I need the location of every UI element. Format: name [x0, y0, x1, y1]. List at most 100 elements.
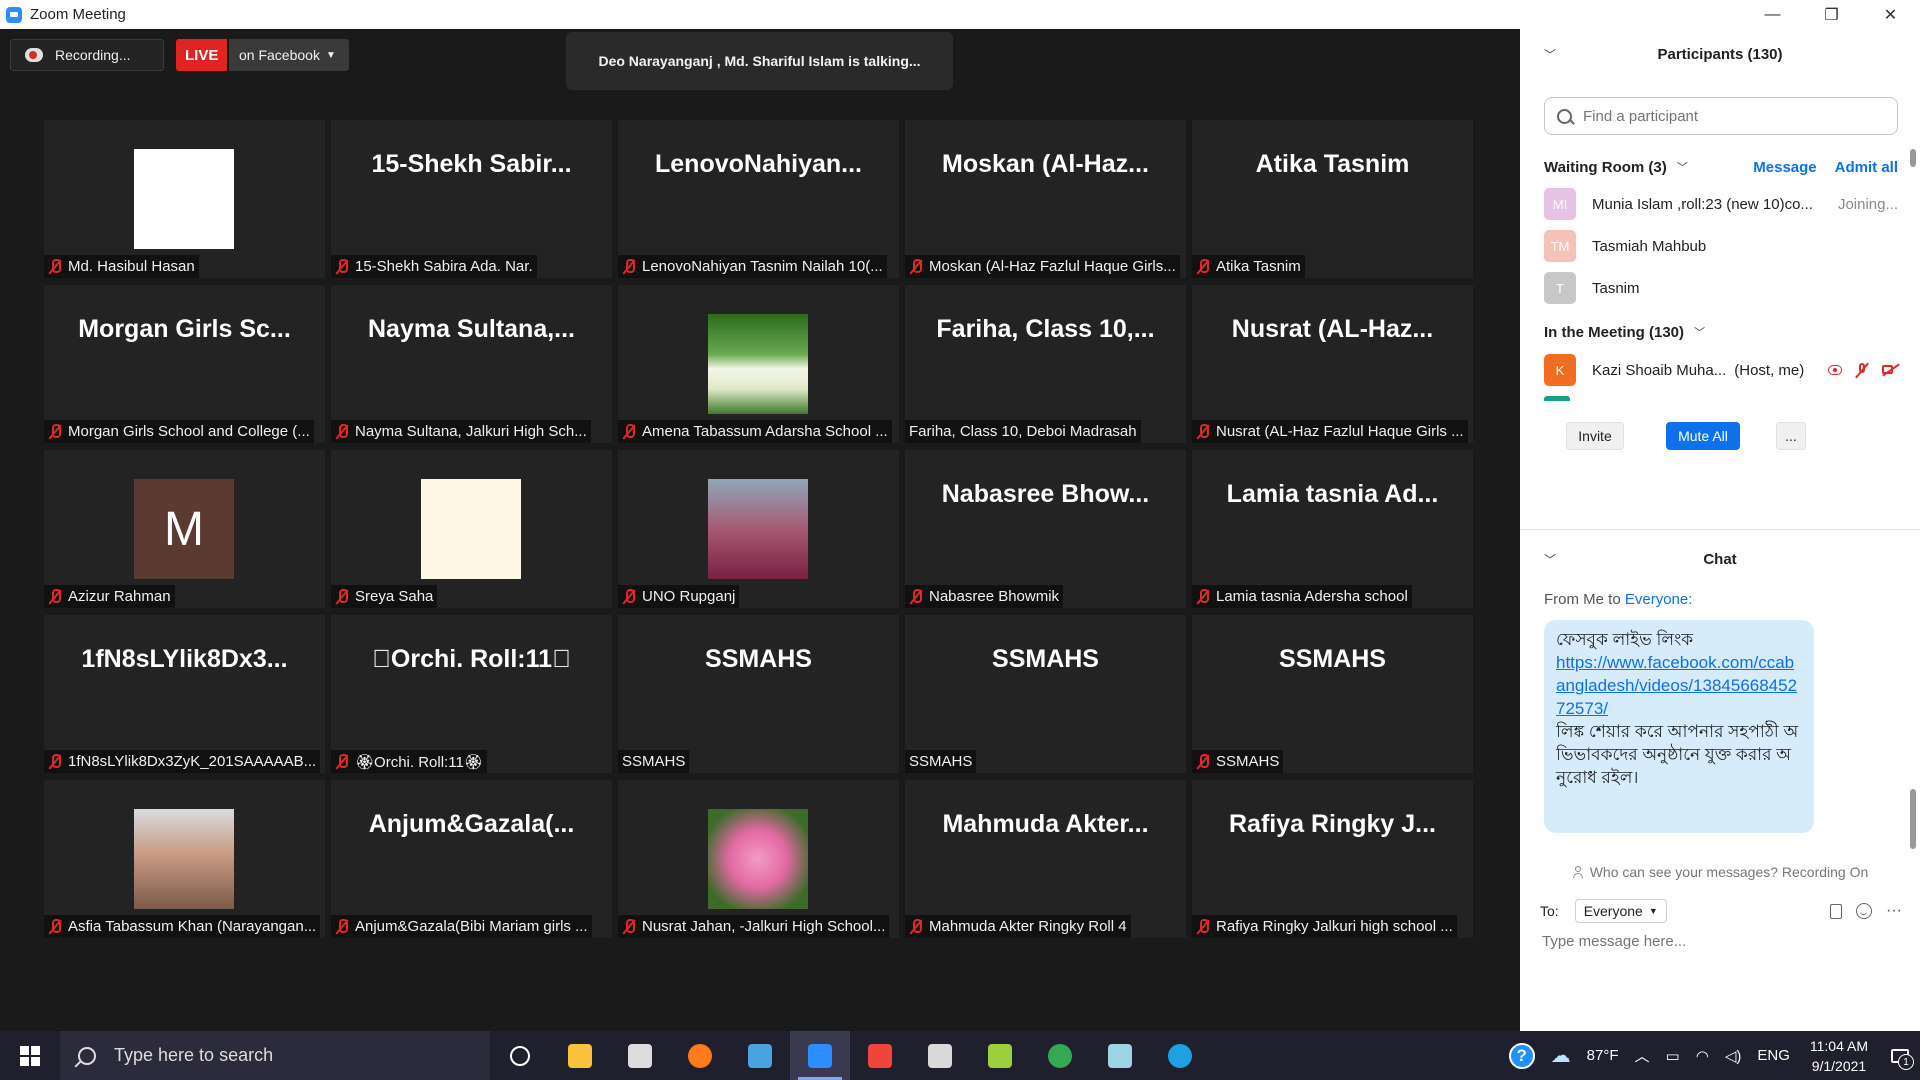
tray-chevron-icon[interactable]: ︿ — [1635, 1045, 1650, 1066]
weather-temp[interactable]: 87°F — [1587, 1047, 1619, 1064]
participant-video-tile[interactable]: Nayma Sultana,... Nayma Sultana, Jalkuri … — [331, 285, 612, 443]
emoji-icon[interactable] — [1856, 903, 1873, 919]
volume-icon[interactable]: ◁) — [1725, 1047, 1742, 1065]
collapse-chat-icon[interactable]: ﹀ — [1544, 551, 1556, 568]
participant-video-tile[interactable]: Nabasree Bhow... Nabasree Bhowmik — [905, 450, 1186, 608]
waiting-participant-row[interactable]: MI Munia Islam ,roll:23 (new 10)co... Join… — [1544, 187, 1898, 221]
more-icon[interactable]: ··· — [1886, 902, 1902, 920]
participant-video-tile[interactable]: Moskan (Al-Haz... Moskan (Al-Haz Fazlul H… — [905, 120, 1186, 278]
close-button[interactable]: ✕ — [1861, 0, 1920, 29]
search-icon — [78, 1046, 96, 1065]
participant-video-tile[interactable]: Sreya Saha — [331, 450, 612, 608]
host-participant-row[interactable]: K Kazi Shoaib Muha... (Host, me) — [1544, 353, 1898, 387]
participant-video-tile[interactable]: LenovoNahiyan... LenovoNahiyan Tasnim Nai… — [618, 120, 899, 278]
participant-search-input[interactable] — [1581, 106, 1875, 126]
chevron-down-icon[interactable]: ﹀ — [1677, 159, 1688, 175]
waiting-participant-name: Munia Islam ,roll:23 (new 10)co... — [1592, 195, 1813, 213]
taskbar-app-cortana[interactable] — [490, 1031, 550, 1080]
participants-scrollbar[interactable] — [1910, 149, 1916, 389]
participant-name-tag: Sreya Saha — [331, 585, 438, 608]
participant-video-tile[interactable]: Mahmuda Akter... Mahmuda Akter Ringky Rol… — [905, 780, 1186, 938]
mic-muted-icon[interactable] — [1854, 363, 1870, 377]
video-off-icon[interactable] — [1882, 363, 1898, 377]
participant-video-tile[interactable]: Amena Tabassum Adarsha School ... — [618, 285, 899, 443]
participant-video-tile[interactable]: Lamia tasnia Ad... Lamia tasnia Adersha s… — [1192, 450, 1473, 608]
participant-search-box[interactable] — [1544, 97, 1898, 135]
clock[interactable]: 11:04 AM 9/1/2021 — [1810, 1036, 1868, 1076]
help-icon[interactable]: ? — [1508, 1042, 1535, 1069]
taskbar-app-infinity[interactable] — [730, 1031, 790, 1080]
taskbar-app-store[interactable] — [610, 1031, 670, 1080]
chat-privacy-notice[interactable]: Who can see your messages? Recording On — [1520, 862, 1920, 882]
chat-header: ﹀ Chat — [1520, 544, 1920, 574]
participant-video-tile[interactable]: Rafiya Ringky J... Rafiya Ringky Jalkuri … — [1192, 780, 1473, 938]
in-meeting-row[interactable]: In the Meeting (130) ﹀ — [1544, 321, 1705, 343]
participant-video-tile[interactable]: Md. Hasibul Hasan — [44, 120, 325, 278]
participant-display-name: Lamia tasnia Ad... — [1226, 480, 1439, 508]
taskbar-app-edge[interactable] — [1150, 1031, 1210, 1080]
wifi-icon[interactable]: ◠ — [1696, 1047, 1709, 1065]
taskbar-app-paint[interactable] — [910, 1031, 970, 1080]
language-indicator[interactable]: ENG — [1757, 1047, 1790, 1064]
waiting-room-label[interactable]: Waiting Room (3) — [1544, 159, 1667, 176]
participant-video-tile[interactable]: SSMAHS SSMAHS — [1192, 615, 1473, 773]
host-status-icons — [1828, 363, 1898, 377]
taskbar-app-photo-app[interactable] — [970, 1031, 1030, 1080]
participant-video-tile[interactable]: SSMAHS SSMAHS — [618, 615, 899, 773]
recording-indicator[interactable]: Recording... — [10, 39, 164, 71]
mic-muted-icon — [909, 258, 923, 275]
participant-video-tile[interactable]: Morgan Girls Sc... Morgan Girls School an… — [44, 285, 325, 443]
restore-button[interactable]: ❐ — [1802, 0, 1861, 29]
participant-video-tile[interactable]: M Azizur Rahman — [44, 450, 325, 608]
participant-name: Rafiya Ringky Jalkuri high school ... — [1216, 918, 1453, 935]
admit-all-button[interactable]: Admit all — [1835, 159, 1898, 176]
mic-muted-icon — [1196, 753, 1210, 770]
start-button[interactable] — [0, 1031, 60, 1080]
participant-video-tile[interactable]: SSMAHS SSMAHS — [905, 615, 1186, 773]
taskbar-search[interactable]: Type here to search — [60, 1031, 490, 1080]
chat-message-link[interactable]: https://www.facebook.com/ccabangladesh/v… — [1556, 651, 1802, 720]
taskbar-app-zoom[interactable] — [790, 1031, 850, 1080]
notification-center-button[interactable]: 1 — [1880, 1031, 1920, 1080]
minimize-button[interactable]: — — [1743, 0, 1802, 29]
participant-display-name: 15-Shekh Sabir... — [371, 150, 572, 178]
participant-video-tile[interactable]: Anjum&Gazala(... Anjum&Gazala(Bibi Mariam… — [331, 780, 612, 938]
participant-video-tile[interactable]: 15-Shekh Sabir... 15-Shekh Sabira Ada. Na… — [331, 120, 612, 278]
participant-name: Asfia Tabassum Khan (Narayangan... — [68, 918, 317, 935]
participant-profile-picture — [421, 479, 521, 579]
participant-name-tag: SSMAHS — [1192, 750, 1284, 773]
taskbar-app-firefox[interactable] — [670, 1031, 730, 1080]
participant-video-tile[interactable]: 􏿽Orchi. Roll:11􏿽 🏵Orchi. Roll:11🏵 — [331, 615, 612, 773]
chat-scrollbar[interactable] — [1910, 789, 1916, 849]
invite-button[interactable]: Invite — [1566, 422, 1624, 450]
participant-video-tile[interactable]: Asfia Tabassum Khan (Narayangan... — [44, 780, 325, 938]
chat-title: Chat — [1703, 550, 1737, 568]
participant-video-tile[interactable]: 1fN8sLYlik8Dx3... 1fN8sLYlik8Dx3ZyK_201SA… — [44, 615, 325, 773]
file-icon[interactable] — [1830, 903, 1843, 919]
taskbar-app-anydesk[interactable] — [850, 1031, 910, 1080]
battery-icon[interactable]: ▭ — [1666, 1047, 1680, 1065]
participant-name-tag: Asfia Tabassum Khan (Narayangan... — [44, 915, 321, 938]
participants-title: Participants (130) — [1657, 45, 1783, 63]
taskbar-app-chrome[interactable] — [1030, 1031, 1090, 1080]
chat-recipient-select[interactable]: Everyone ▼ — [1574, 899, 1667, 923]
live-stream-dropdown[interactable]: on Facebook ▼ — [229, 39, 349, 71]
chat-recipient-value: Everyone — [1583, 903, 1643, 919]
participant-video-tile[interactable]: Fariha, Class 10,... Fariha, Class 10, De… — [905, 285, 1186, 443]
participant-name: Sreya Saha — [355, 588, 434, 605]
participant-video-tile[interactable]: Nusrat (AL-Haz... Nusrat (AL-Haz Fazlul H… — [1192, 285, 1473, 443]
waiting-participant-row[interactable]: T Tasnim — [1544, 271, 1898, 305]
mic-muted-icon — [1196, 588, 1210, 605]
participant-video-tile[interactable]: Atika Tasnim Atika Tasnim — [1192, 120, 1473, 278]
participant-display-name: SSMAHS — [1279, 645, 1386, 673]
mute-all-button[interactable]: Mute All — [1666, 422, 1740, 450]
more-options-button[interactable]: ... — [1776, 422, 1806, 450]
taskbar-app-file-explorer[interactable] — [550, 1031, 610, 1080]
participant-video-tile[interactable]: UNO Rupganj — [618, 450, 899, 608]
taskbar-app-notepad[interactable] — [1090, 1031, 1150, 1080]
chat-message-input[interactable] — [1540, 932, 1904, 951]
message-waiting-button[interactable]: Message — [1753, 159, 1816, 176]
collapse-participants-icon[interactable]: ﹀ — [1544, 46, 1556, 63]
participant-video-tile[interactable]: Nusrat Jahan, -Jalkuri High School... — [618, 780, 899, 938]
waiting-participant-row[interactable]: TM Tasmiah Mahbub — [1544, 229, 1898, 263]
